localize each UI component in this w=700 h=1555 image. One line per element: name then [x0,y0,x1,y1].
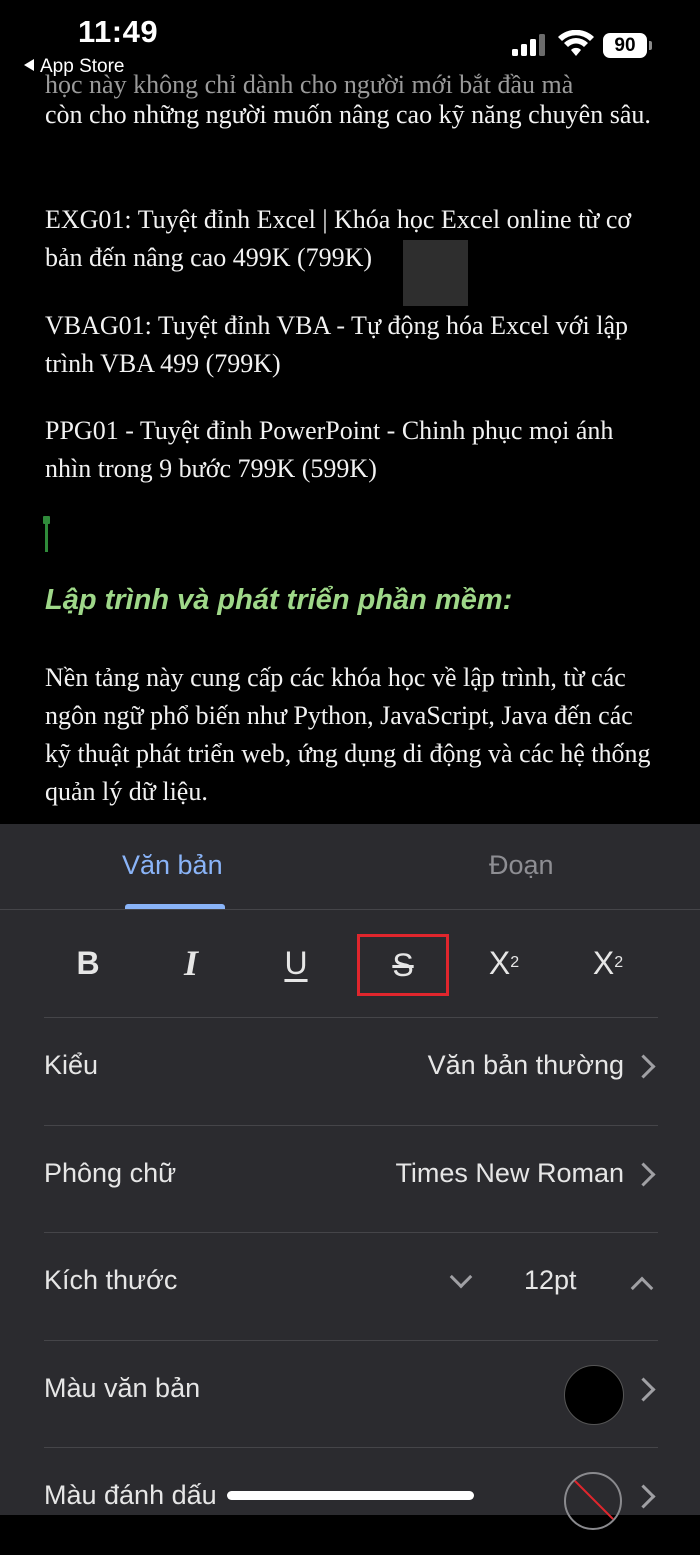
subscript-button[interactable]: X2 [564,934,652,992]
tab-paragraph[interactable]: Đoạn [489,850,554,881]
back-arrow-icon [24,59,34,71]
back-label: App Store [40,56,125,77]
doc-heading[interactable]: Lập trình và phát triển phần mềm: [45,584,512,617]
italic-button[interactable]: I [147,934,235,992]
format-panel: Văn bản Đoạn B I U S X2 X2 Kiểu Văn bản … [0,824,700,1530]
bold-button[interactable]: B [44,934,132,992]
strikethrough-button[interactable]: S [357,934,449,996]
size-label: Kích thước [44,1265,178,1295]
status-bar: 11:49 App Store 90 [0,0,700,80]
highlight-color-label: Màu đánh dấu [44,1480,217,1510]
size-value: 12pt [524,1265,577,1295]
size-row: Kích thước 12pt [0,1233,700,1340]
font-value: Times New Roman [395,1158,624,1188]
doc-paragraph-4[interactable]: PPG01 - Tuyệt đỉnh PowerPoint - Chinh ph… [45,412,665,488]
document-canvas[interactable]: học này không chỉ dành cho người mới bắt… [0,0,700,824]
superscript-button[interactable]: X2 [460,934,548,992]
battery-tip [649,41,652,50]
status-time: 11:49 [78,14,159,49]
text-color-row[interactable]: Màu văn bản [0,1341,700,1448]
decrease-size-chevron-icon[interactable] [449,1265,473,1289]
chevron-right-icon [631,1054,656,1079]
font-label: Phông chữ [44,1158,177,1188]
style-row[interactable]: Kiểu Văn bản thường [0,1018,700,1125]
style-value: Văn bản thường [427,1050,624,1080]
cellular-signal-icon [512,34,546,56]
doc-paragraph-2[interactable]: EXG01: Tuyệt đỉnh Excel | Khóa học Excel… [45,201,665,277]
doc-paragraph-1[interactable]: còn cho những người muốn nâng cao kỹ năn… [45,96,665,134]
wifi-icon [558,30,594,56]
format-tabs: Văn bản Đoạn [0,824,700,910]
no-color-swatch-icon [564,1472,622,1530]
home-indicator [227,1491,474,1500]
text-format-toolbar: B I U S X2 X2 [0,910,700,1018]
text-cursor[interactable] [43,516,50,552]
increase-size-chevron-icon[interactable] [630,1276,654,1300]
underline-button[interactable]: U [252,934,340,992]
style-label: Kiểu [44,1050,99,1080]
doc-body-paragraph[interactable]: Nền tảng này cung cấp các khóa học về lậ… [45,659,665,811]
chevron-right-icon [631,1484,656,1509]
tab-text[interactable]: Văn bản [122,850,223,881]
chevron-right-icon [631,1162,656,1187]
font-row[interactable]: Phông chữ Times New Roman [0,1126,700,1233]
highlight-color-row[interactable]: Màu đánh dấu [0,1448,700,1555]
text-color-swatch [564,1365,624,1425]
text-color-label: Màu văn bản [44,1373,201,1403]
battery-icon: 90 [603,33,647,58]
doc-paragraph-3[interactable]: VBAG01: Tuyệt đỉnh VBA - Tự động hóa Exc… [45,307,665,383]
back-to-app-store[interactable]: App Store [24,56,125,78]
chevron-right-icon [631,1377,656,1402]
